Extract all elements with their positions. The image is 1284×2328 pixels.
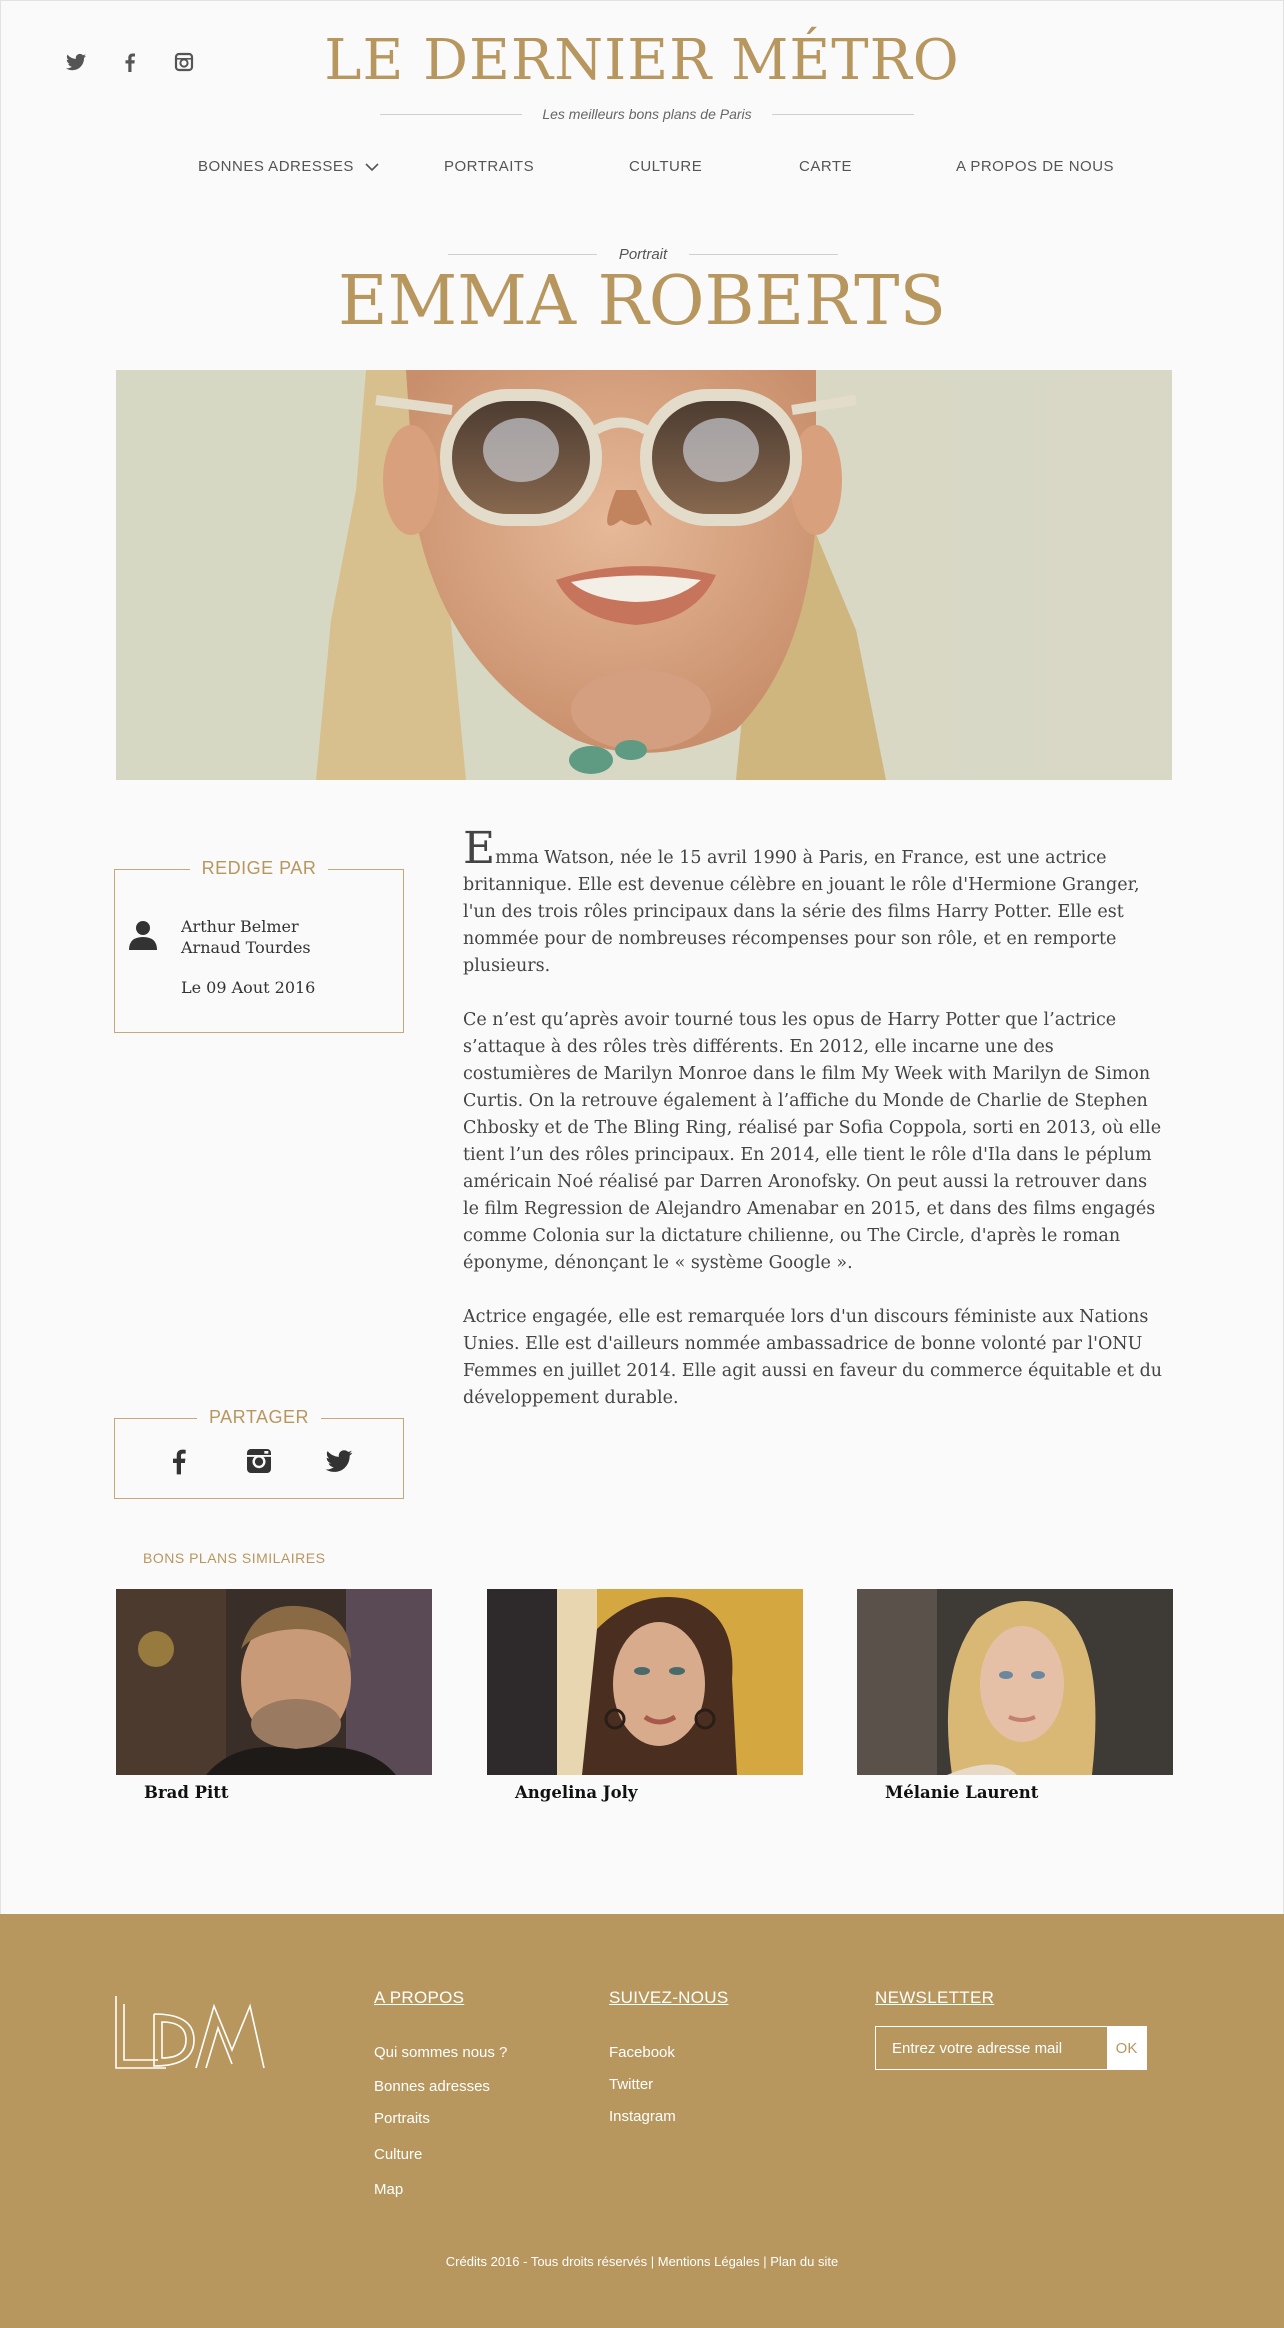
author-box: REDIGE PAR Arthur Belmer Arnaud Tourdes … — [114, 858, 404, 1033]
article-paragraph: Emma Watson, née le 15 avril 1990 à Pari… — [463, 827, 1163, 980]
author-box-title-wrap: REDIGE PAR — [115, 858, 403, 879]
article-paragraph-text: mma Watson, née le 15 avril 1990 à Paris… — [463, 848, 1140, 976]
article-paragraph: Actrice engagée, elle est remarquée lors… — [463, 1307, 1163, 1408]
card-image[interactable] — [487, 1589, 803, 1775]
footer-link[interactable]: Bonnes adresses — [374, 2078, 490, 2095]
card-image[interactable] — [116, 1589, 432, 1775]
site-title[interactable]: LE DERNIER MÉTRO — [0, 28, 1284, 93]
facebook-icon[interactable] — [163, 1445, 195, 1477]
kicker-row: Portrait — [448, 246, 839, 263]
chevron-down-icon — [364, 163, 379, 172]
share-box-title-wrap: PARTAGER — [115, 1407, 403, 1428]
newsletter-email-input[interactable] — [876, 2027, 1107, 2069]
divider-line — [689, 254, 839, 255]
similar-card[interactable]: Mélanie Laurent — [857, 1589, 1173, 1802]
user-icon — [129, 921, 157, 950]
footer-link-twitter[interactable]: Twitter — [609, 2076, 653, 2093]
card-title[interactable]: Mélanie Laurent — [857, 1783, 1173, 1802]
article-kicker: Portrait — [618, 246, 668, 263]
author-names: Arthur Belmer Arnaud Tourdes — [181, 916, 311, 958]
footer-link[interactable]: Qui sommes nous ? — [374, 2044, 507, 2061]
share-icons — [115, 1445, 403, 1477]
divider-line — [380, 113, 523, 115]
article-paragraph: Ce n’est qu’après avoir tourné tous les … — [463, 1010, 1162, 1273]
card-image[interactable] — [857, 1589, 1173, 1775]
footer-link[interactable]: Portraits — [374, 2110, 430, 2127]
tagline-row: Les meilleurs bons plans de Paris — [380, 106, 914, 122]
similar-card[interactable]: Brad Pitt — [116, 1589, 432, 1802]
card-title[interactable]: Angelina Joly — [487, 1783, 803, 1802]
twitter-icon[interactable] — [323, 1445, 355, 1477]
nav-item-a-propos[interactable]: A PROPOS DE NOUS — [956, 158, 1114, 175]
article-body: Emma Watson, née le 15 avril 1990 à Pari… — [463, 827, 1163, 1439]
newsletter-form: OK — [875, 2026, 1147, 2070]
drop-cap: E — [463, 823, 496, 874]
nav-item-portraits[interactable]: PORTRAITS — [444, 158, 534, 175]
share-box: PARTAGER — [114, 1407, 404, 1499]
footer-link[interactable]: Map — [374, 2181, 403, 2198]
footer-link-instagram[interactable]: Instagram — [609, 2108, 676, 2125]
footer-credits: Crédits 2016 - Tous droits réservés | Me… — [445, 2254, 839, 2269]
divider-line — [448, 254, 597, 255]
similar-section-label: BONS PLANS SIMILAIRES — [143, 1550, 326, 1566]
author-name[interactable]: Arnaud Tourdes — [181, 937, 311, 958]
footer-link[interactable]: Culture — [374, 2146, 422, 2163]
similar-card[interactable]: Angelina Joly — [487, 1589, 803, 1802]
article-title: EMMA ROBERTS — [337, 262, 947, 341]
footer-heading-suivez[interactable]: SUIVEZ-NOUS — [609, 1988, 728, 2008]
newsletter-submit-button[interactable]: OK — [1107, 2027, 1146, 2069]
site-tagline: Les meilleurs bons plans de Paris — [542, 106, 752, 122]
author-box-title: REDIGE PAR — [189, 858, 329, 878]
nav-item-culture[interactable]: CULTURE — [629, 158, 702, 175]
nav-item-label: BONNES ADRESSES — [198, 158, 354, 175]
card-title[interactable]: Brad Pitt — [116, 1783, 432, 1802]
divider-line — [771, 113, 914, 115]
publish-date: Le 09 Aout 2016 — [181, 978, 316, 997]
footer-link-facebook[interactable]: Facebook — [609, 2044, 675, 2061]
share-box-title: PARTAGER — [196, 1407, 322, 1427]
site-footer: A PROPOS Qui sommes nous ? Bonnes adress… — [0, 1914, 1284, 2328]
hero-image — [116, 370, 1172, 780]
footer-heading-newsletter[interactable]: NEWSLETTER — [875, 1988, 994, 2008]
nav-item-bonnes-adresses[interactable]: BONNES ADRESSES — [198, 158, 379, 175]
instagram-icon[interactable] — [243, 1445, 275, 1477]
footer-heading-apropos[interactable]: A PROPOS — [374, 1988, 464, 2008]
author-name[interactable]: Arthur Belmer — [181, 916, 311, 937]
footer-logo[interactable] — [114, 1994, 266, 2070]
nav-item-carte[interactable]: CARTE — [799, 158, 852, 175]
